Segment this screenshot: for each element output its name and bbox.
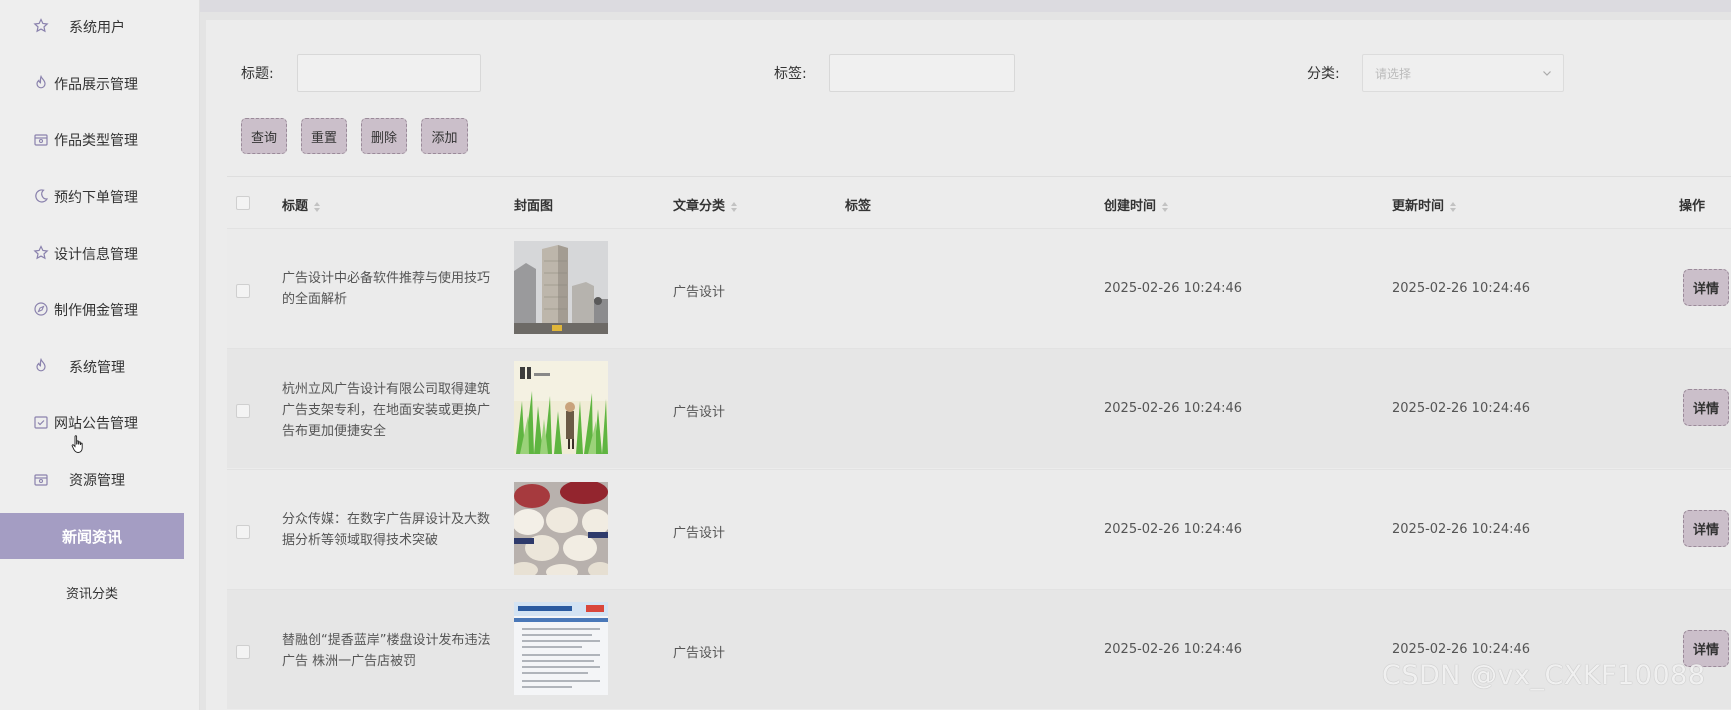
row-category: 广告设计 — [673, 285, 726, 300]
row-created: 2025-02-26 10:24:46 — [1104, 401, 1243, 416]
col-updated[interactable]: 更新时间 — [1392, 195, 1457, 214]
sidebar-item-label: 系统用户 — [69, 20, 125, 36]
row-checkbox[interactable] — [236, 284, 250, 298]
detail-button[interactable]: 详情 — [1683, 389, 1729, 426]
table-row: 分众传媒：在数字广告屏设计及大数据分析等领域取得技术突破 广告设计 2025-0… — [227, 469, 1731, 589]
sidebar-item-label: 作品展示管理 — [54, 77, 138, 93]
detail-button[interactable]: 详情 — [1683, 510, 1729, 547]
sort-icon[interactable] — [730, 201, 738, 213]
star-icon — [33, 18, 49, 33]
row-title: 替融创“提香蓝岸”楼盘设计发布违法广告 株洲一广告店被罚 — [282, 633, 491, 669]
table-row: 广告设计中必备软件推荐与使用技巧的全面解析 广告设计 2025-02-26 10… — [227, 228, 1731, 348]
sidebar-item-label: 系统管理 — [69, 360, 125, 376]
table-header: 标题 封面图 文章分类 标签 创建时间 更新时间 操作 — [227, 176, 1731, 226]
table-row: 替融创“提香蓝岸”楼盘设计发布违法广告 株洲一广告店被罚 广告设计 2025-0… — [227, 589, 1731, 709]
sidebar-item-works-type[interactable]: 作品类型管理 — [0, 119, 200, 159]
reset-button[interactable]: 重置 — [301, 118, 347, 154]
sidebar-item-booking[interactable]: 预约下单管理 — [0, 176, 200, 216]
title-filter-input[interactable] — [297, 54, 481, 92]
row-created: 2025-02-26 10:24:46 — [1104, 642, 1243, 657]
sidebar-item-news[interactable]: 新闻资讯 — [0, 513, 184, 559]
sidebar: 系统用户 作品展示管理 作品类型管理 预约下单管理 设计信息管理 制作佣金管理 … — [0, 0, 200, 710]
sidebar-item-works-display[interactable]: 作品展示管理 — [0, 63, 200, 103]
col-ops: 操作 — [1679, 199, 1706, 214]
sidebar-item-system-users[interactable]: 系统用户 — [0, 6, 200, 46]
chevron-down-icon — [1543, 71, 1551, 76]
category-placeholder: 请选择 — [1375, 67, 1412, 81]
box-icon — [34, 134, 48, 146]
moon-icon — [35, 189, 49, 203]
fire-icon — [36, 358, 46, 372]
table-row: 杭州立风广告设计有限公司取得建筑广告支架专利，在地面安装或更换广告布更加便捷安全… — [227, 348, 1731, 468]
query-button[interactable]: 查询 — [241, 118, 287, 154]
sidebar-item-system-admin[interactable]: 系统管理 — [0, 346, 200, 386]
sidebar-item-design-info[interactable]: 设计信息管理 — [0, 233, 200, 273]
tag-filter-input[interactable] — [829, 54, 1015, 92]
sidebar-item-label: 新闻资讯 — [61, 527, 122, 546]
row-category: 广告设计 — [673, 526, 726, 541]
check-square-icon — [34, 416, 48, 429]
category-filter-select[interactable]: 请选择 — [1362, 54, 1564, 92]
sidebar-item-label: 网站公告管理 — [54, 416, 138, 432]
row-updated: 2025-02-26 10:24:46 — [1392, 522, 1531, 537]
sort-icon[interactable] — [1449, 201, 1457, 213]
sidebar-item-commission[interactable]: 制作佣金管理 — [0, 289, 200, 329]
row-checkbox[interactable] — [236, 404, 250, 418]
row-title: 广告设计中必备软件推荐与使用技巧的全面解析 — [282, 271, 491, 307]
col-category[interactable]: 文章分类 — [673, 195, 738, 214]
sidebar-item-label: 预约下单管理 — [54, 190, 138, 206]
sidebar-item-label: 制作佣金管理 — [54, 303, 138, 319]
top-bar — [200, 0, 1731, 12]
box-icon — [34, 474, 48, 486]
sidebar-subitem-news-category[interactable]: 资讯分类 — [0, 572, 184, 612]
sidebar-item-resources[interactable]: 资源管理 — [0, 459, 200, 499]
cover-image — [514, 241, 608, 334]
row-category: 广告设计 — [673, 646, 726, 661]
col-created[interactable]: 创建时间 — [1104, 195, 1169, 214]
title-filter-label: 标题: — [241, 66, 274, 82]
col-title[interactable]: 标题 — [282, 195, 321, 214]
detail-button[interactable]: 详情 — [1683, 269, 1729, 306]
add-button[interactable]: 添加 — [421, 118, 468, 154]
fire-icon — [36, 75, 46, 89]
row-title: 分众传媒：在数字广告屏设计及大数据分析等领域取得技术突破 — [282, 512, 491, 548]
cover-image — [514, 361, 608, 454]
delete-button[interactable]: 删除 — [361, 118, 407, 154]
col-cover: 封面图 — [514, 199, 554, 214]
row-checkbox[interactable] — [236, 645, 250, 659]
sidebar-item-label: 资源管理 — [69, 473, 125, 489]
sidebar-item-label: 设计信息管理 — [54, 247, 138, 263]
watermark: CSDN @vx_CXKF10088 — [1382, 660, 1706, 691]
row-created: 2025-02-26 10:24:46 — [1104, 281, 1243, 296]
sidebar-item-label: 资讯分类 — [65, 586, 118, 602]
tag-filter-label: 标签: — [774, 66, 807, 82]
hand-cursor-icon — [71, 435, 83, 453]
row-title: 杭州立风广告设计有限公司取得建筑广告支架专利，在地面安装或更换广告布更加便捷安全 — [282, 382, 491, 439]
sidebar-item-label: 作品类型管理 — [54, 133, 138, 149]
row-updated: 2025-02-26 10:24:46 — [1392, 401, 1531, 416]
sort-icon[interactable] — [313, 201, 321, 213]
sort-icon[interactable] — [1161, 201, 1169, 213]
row-category: 广告设计 — [673, 405, 726, 420]
category-filter-label: 分类: — [1307, 66, 1340, 82]
sidebar-item-announcements[interactable]: 网站公告管理 — [0, 402, 200, 442]
star-icon — [33, 245, 49, 260]
col-tags: 标签 — [845, 199, 872, 214]
cover-image — [514, 482, 608, 575]
row-updated: 2025-02-26 10:24:46 — [1392, 642, 1531, 657]
row-created: 2025-02-26 10:24:46 — [1104, 522, 1243, 537]
compass-icon — [34, 302, 48, 316]
cover-image — [514, 602, 608, 695]
row-updated: 2025-02-26 10:24:46 — [1392, 281, 1531, 296]
row-checkbox[interactable] — [236, 525, 250, 539]
select-all-checkbox[interactable] — [236, 196, 250, 210]
